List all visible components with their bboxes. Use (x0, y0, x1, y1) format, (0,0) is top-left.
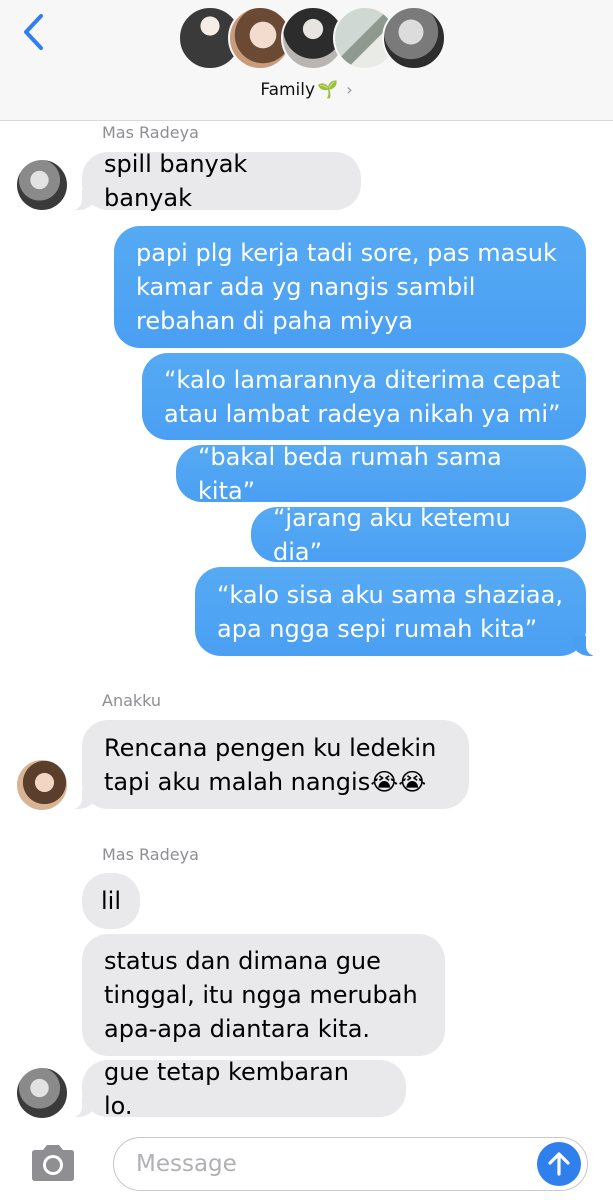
message-input[interactable] (113, 1137, 588, 1191)
incoming-message-bubble[interactable]: status dan dimana gue tinggal, itu ngga … (82, 934, 445, 1056)
sender-avatar[interactable] (17, 160, 67, 210)
outgoing-message-bubble[interactable]: “kalo lamarannya diterima cepat atau lam… (142, 353, 586, 440)
incoming-message-bubble[interactable]: gue tetap kembaran lo. (72, 1058, 406, 1120)
chevron-left-icon (24, 14, 43, 50)
incoming-message-bubble[interactable]: lil (82, 873, 140, 929)
sender-avatar[interactable] (17, 760, 67, 810)
message-text: “kalo lamarannya diterima cepat atau lam… (164, 365, 561, 428)
outgoing-message-bubble[interactable]: “bakal beda rumah sama kita” (176, 443, 586, 505)
camera-icon (32, 1145, 74, 1181)
send-button[interactable] (537, 1142, 581, 1186)
sender-name: Mas Radeya (102, 845, 199, 864)
outgoing-message-bubble[interactable]: papi plg kerja tadi sore, pas masuk kama… (114, 226, 586, 348)
sender-name: Mas Radeya (102, 123, 199, 142)
message-text: lil (101, 887, 122, 915)
message-text: papi plg kerja tadi sore, pas masuk kama… (136, 239, 557, 335)
group-name-button[interactable]: Family 🌱 › (0, 80, 613, 100)
message-text: Rencana pengen ku ledekin tapi aku malah… (104, 733, 437, 796)
message-text: “kalo sisa aku sama shaziaa, apa ngga se… (217, 580, 563, 643)
message-text: status dan dimana gue tinggal, itu ngga … (104, 947, 418, 1043)
group-avatars[interactable] (178, 6, 446, 72)
message-text: gue tetap kembaran lo. (104, 1057, 349, 1120)
message-text: spill banyak banyak (104, 150, 248, 212)
conversation-header: Family 🌱 › (0, 0, 613, 121)
sender-avatar[interactable] (17, 1068, 67, 1118)
message-text: “bakal beda rumah sama kita” (198, 442, 502, 505)
message-text: “jarang aku ketemu dia” (273, 503, 511, 566)
camera-button[interactable] (28, 1143, 78, 1183)
incoming-message-bubble[interactable]: spill banyak banyak (72, 150, 361, 212)
group-name: Family (260, 80, 316, 100)
send-arrow-up-icon (548, 1152, 570, 1176)
incoming-message-bubble[interactable]: Rencana pengen ku ledekin tapi aku malah… (72, 720, 469, 809)
sender-name: Anakku (102, 691, 162, 710)
chevron-right-icon: › (346, 80, 353, 99)
outgoing-message-bubble[interactable]: “kalo sisa aku sama shaziaa, apa ngga se… (195, 567, 596, 656)
outgoing-message-bubble[interactable]: “jarang aku ketemu dia” (251, 504, 586, 566)
member-avatar (382, 6, 446, 70)
sprout-emoji: 🌱 (317, 80, 339, 100)
back-button[interactable] (14, 12, 54, 52)
